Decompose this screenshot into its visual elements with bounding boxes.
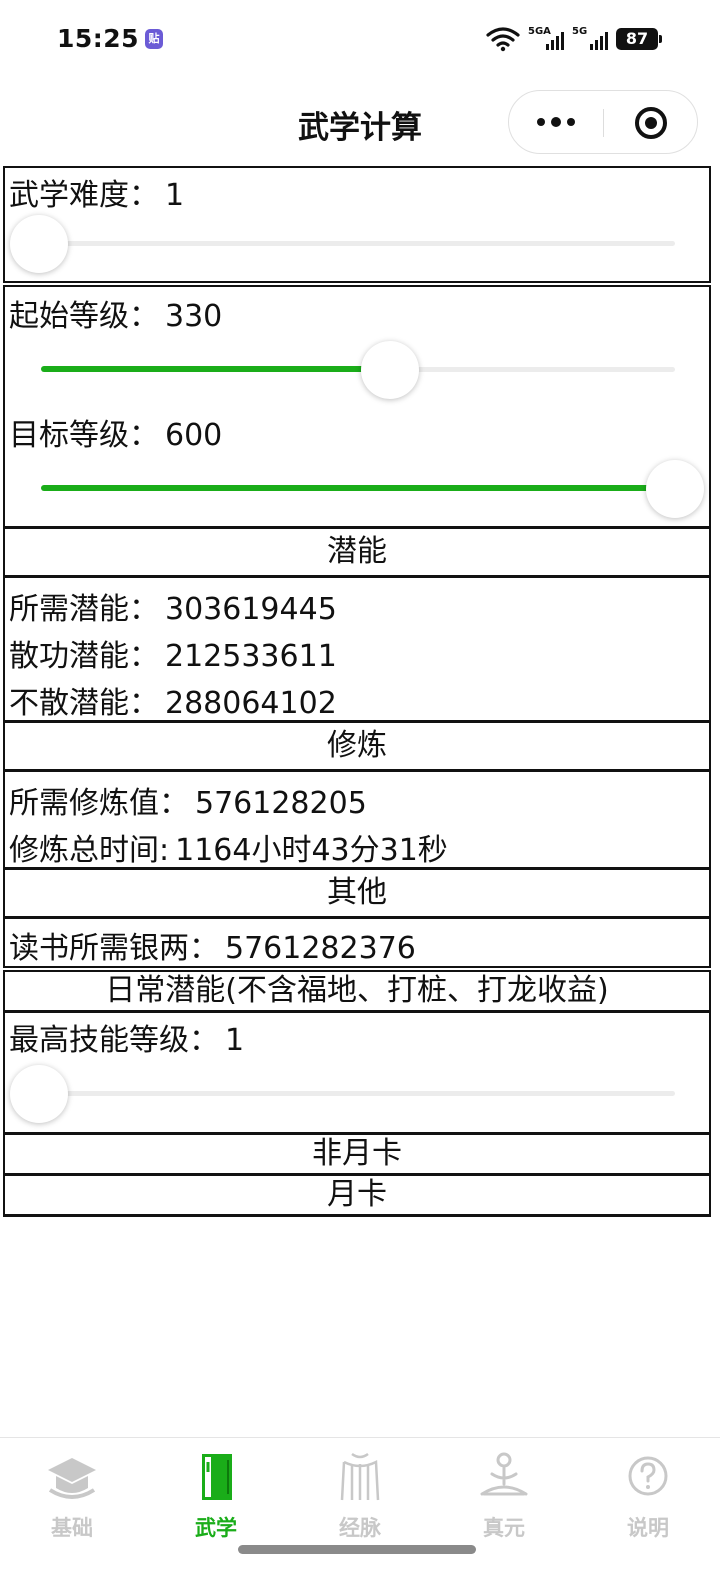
cultivation-header: 修炼 (3, 721, 711, 771)
disperse-potential-row: 散功潜能： 212533611 (9, 639, 337, 674)
tab-martial[interactable]: 武学 (144, 1450, 288, 1550)
tab-meridian[interactable]: 经脉 (288, 1450, 432, 1550)
other-section: 读书所需银两： 5761282376 (3, 917, 711, 968)
tab-bar: 基础 武学 经脉 真元 说明 (0, 1437, 720, 1583)
status-time: 15:25 (57, 24, 140, 53)
difficulty-section: 武学难度： 1 (3, 166, 711, 283)
app-notification-icon: 贴 (145, 29, 163, 49)
more-menu-button[interactable] (509, 91, 603, 153)
daily-potential-header: 日常潜能(不含福地、打桩、打龙收益) (3, 970, 711, 1012)
target-level-slider[interactable] (41, 459, 704, 519)
body-icon (340, 1452, 380, 1501)
silver-value: 5761282376 (225, 931, 416, 966)
start-level-slider[interactable] (41, 340, 675, 400)
tab-help[interactable]: 说明 (576, 1450, 720, 1550)
slider-knob[interactable] (10, 1065, 68, 1123)
max-skill-value: 1 (225, 1023, 245, 1058)
tab-basic[interactable]: 基础 (0, 1450, 144, 1550)
target-level-value: 600 (165, 418, 223, 453)
help-icon (628, 1456, 668, 1496)
disperse-potential-value: 212533611 (165, 639, 337, 674)
potential-header: 潜能 (3, 527, 711, 577)
wifi-icon (486, 27, 520, 52)
cultivation-time-row: 修炼总时间: 1164小时43分31秒 (9, 833, 448, 868)
non-monthly-card-row[interactable]: 非月卡 (3, 1133, 711, 1175)
slider-knob[interactable] (10, 215, 68, 273)
close-program-button[interactable] (635, 107, 667, 139)
no-disperse-potential-value: 288064102 (165, 686, 337, 721)
difficulty-slider[interactable] (10, 214, 675, 274)
required-potential-row: 所需潜能： 303619445 (9, 592, 337, 627)
book-icon (202, 1454, 232, 1500)
difficulty-value: 1 (165, 178, 185, 213)
meditation-icon (480, 1452, 528, 1496)
difficulty-row: 武学难度： 1 (9, 178, 185, 213)
other-header: 其他 (3, 868, 711, 918)
hat-icon (48, 1458, 96, 1499)
no-disperse-potential-row: 不散潜能： 288064102 (9, 686, 337, 721)
home-indicator[interactable] (238, 1545, 476, 1554)
silver-row: 读书所需银两： 5761282376 (9, 931, 416, 966)
monthly-card-row[interactable]: 月卡 (3, 1174, 711, 1217)
cultivation-section: 所需修炼值： 576128205 修炼总时间: 1164小时43分31秒 (3, 770, 711, 869)
potential-section: 所需潜能： 303619445 散功潜能： 212533611 不散潜能： 28806… (3, 576, 711, 722)
slider-knob[interactable] (360, 341, 419, 399)
required-potential-value: 303619445 (165, 592, 337, 627)
max-skill-slider[interactable] (10, 1064, 675, 1124)
navigation-bar: 武学计算 (0, 80, 720, 166)
status-bar: 15:25 贴 5GA 5G 87 (0, 0, 720, 80)
mini-program-capsule (508, 90, 698, 154)
tab-true-essence[interactable]: 真元 (432, 1450, 576, 1550)
more-dots-icon (537, 118, 545, 126)
required-cultivation-value: 576128205 (195, 786, 367, 821)
daily-potential-section: 最高技能等级： 1 (3, 1011, 711, 1134)
signal-5g-icon: 5G (572, 26, 608, 52)
signal-5ga-icon: 5GA (528, 26, 564, 52)
slider-knob[interactable] (646, 460, 704, 518)
required-cultivation-row: 所需修炼值： 576128205 (9, 786, 367, 821)
max-skill-row: 最高技能等级： 1 (9, 1023, 245, 1058)
cultivation-time-value: 1164小时43分31秒 (175, 833, 448, 868)
start-level-row: 起始等级： 330 (9, 299, 223, 334)
status-indicators: 5GA 5G 87 (486, 26, 662, 52)
battery-icon: 87 (616, 28, 662, 50)
start-level-value: 330 (165, 299, 223, 334)
target-level-row: 目标等级： 600 (9, 418, 223, 453)
levels-section: 起始等级： 330 目标等级： 600 (3, 285, 711, 528)
